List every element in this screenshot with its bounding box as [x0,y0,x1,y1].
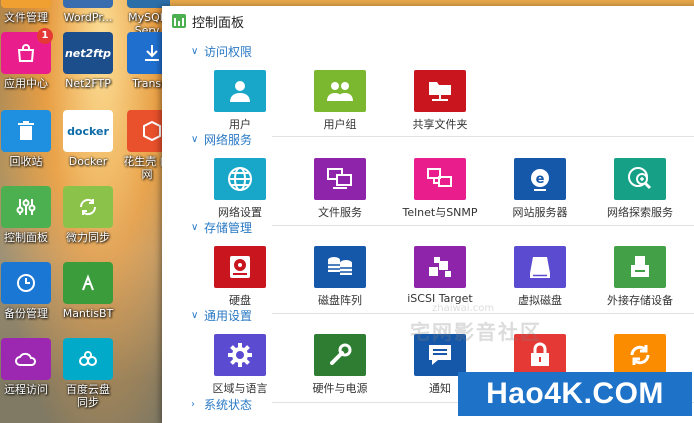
window-title: 控制面板 [192,15,245,31]
wrench-icon [314,334,366,376]
raid-icon [314,246,366,288]
mantis-icon [63,262,113,304]
shopping-bag-icon: 1 [1,28,53,74]
control-panel-icon [172,14,186,28]
desktop: 文件管理 WordPr... MySQL Serv 1 应用中心 net2ftp… [0,0,170,423]
app-network-discovery[interactable]: 网络探索服务 [590,158,690,220]
window-titlebar[interactable]: 控制面板 [162,6,694,36]
section-storage[interactable]: ∨ 存储管理 [191,219,252,236]
app-file-service[interactable]: 文件服务 [290,158,390,220]
docker-icon: docker [63,110,113,152]
file-manager-icon [1,0,51,8]
brand-banner: Hao4K.COM [458,372,692,416]
virtual-disk-icon [514,246,566,288]
chevron-right-icon: › [191,399,195,410]
section-access[interactable]: ∨ 访问权限 [191,43,252,60]
chevron-down-icon: ∨ [191,222,199,233]
desktop-icon-baidu-sync[interactable]: 百度云盘 同步 [50,338,126,409]
external-storage-icon [614,246,666,288]
section-system-status[interactable]: › 系统状态 [191,396,252,413]
iscsi-icon [414,246,466,288]
web-server-icon: e [514,158,566,200]
app-web-server[interactable]: e 网站服务器 [490,158,590,220]
chevron-down-icon: ∨ [191,46,199,57]
user-icon [214,70,266,112]
network-discovery-icon [614,158,666,200]
desktop-icon-mantisbt[interactable]: MantisBT [50,262,126,320]
divider [272,136,694,137]
section-network[interactable]: ∨ 网络服务 [191,131,252,148]
app-hardware-power[interactable]: 硬件与电源 [290,334,390,396]
app-hard-disk[interactable]: 硬盘 [190,246,290,308]
watermark: 宅网影音社区 [410,320,542,344]
app-shared-folder[interactable]: 共享文件夹 [390,70,490,132]
clock-icon [1,262,51,304]
app-user-group[interactable]: 用户组 [290,70,390,132]
chevron-down-icon: ∨ [191,134,199,145]
net2ftp-icon: net2ftp [63,32,113,74]
refresh-icon [614,334,666,376]
watermark-url: zhaiwai.com [432,303,495,314]
app-region-language[interactable]: 区域与语言 [190,334,290,396]
sync-icon [63,186,113,228]
chevron-down-icon: ∨ [191,310,199,321]
gear-icon [214,334,266,376]
telnet-icon [414,158,466,200]
app-iscsi-target[interactable]: iSCSI Target [390,246,490,305]
control-panel-window: 控制面板 ∨ 访问权限 用户 用户组 共享文件夹 ∨ 网络服务 网络设置 文件服… [162,6,694,423]
app-external-storage[interactable]: 外接存储设备 [590,246,690,308]
desktop-icon-verysync[interactable]: 微力同步 [50,186,126,244]
wordpress-icon [63,0,113,8]
section-general[interactable]: ∨ 通用设置 [191,307,252,324]
file-service-icon [314,158,366,200]
cloud-icon [1,338,51,380]
shared-folder-icon [414,70,466,112]
sliders-icon [1,186,51,228]
recycle-bin-icon [1,110,51,152]
app-user[interactable]: 用户 [190,70,290,132]
app-virtual-disk[interactable]: 虚拟磁盘 [490,246,590,308]
globe-icon [214,158,266,200]
divider [272,225,694,226]
app-telnet-snmp[interactable]: Telnet与SNMP [390,158,490,220]
svg-text:e: e [536,172,545,187]
app-raid[interactable]: 磁盘阵列 [290,246,390,308]
hard-disk-icon [214,246,266,288]
baidu-cloud-icon [63,338,113,380]
app-network-settings[interactable]: 网络设置 [190,158,290,220]
user-group-icon [314,70,366,112]
